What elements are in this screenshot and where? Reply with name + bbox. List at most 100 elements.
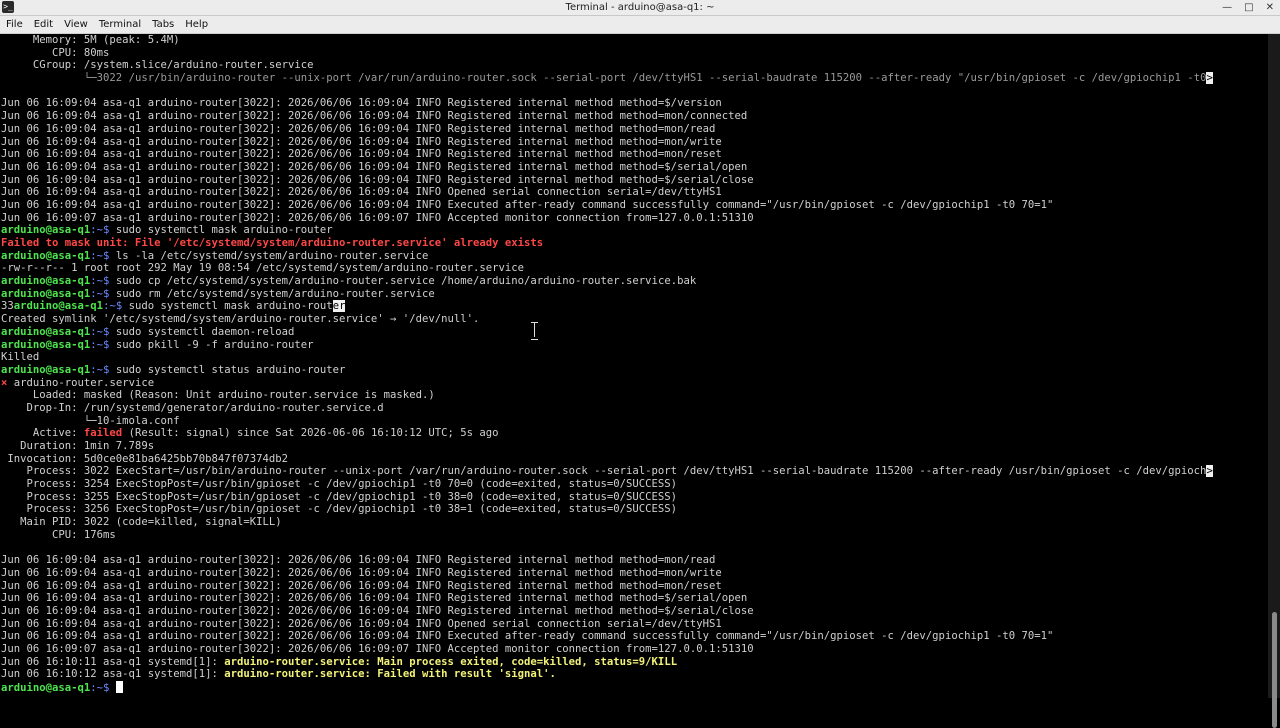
terminal-text: Memory: 5M (peak: 5.4M)	[1, 34, 180, 46]
terminal-line: × arduino-router.service	[1, 377, 1267, 390]
terminal-line: arduino@asa-q1:~$ ls -la /etc/systemd/sy…	[1, 250, 1267, 263]
prompt-user: arduino@asa-q1	[1, 249, 91, 262]
terminal-text: └─10-imola.conf	[1, 414, 180, 427]
terminal-text: CPU: 80ms	[1, 46, 110, 59]
terminal-text: Jun 06 16:09:04 asa-q1 arduino-router[30…	[1, 554, 716, 567]
terminal-text: Jun 06 16:09:04 asa-q1 arduino-router[30…	[1, 135, 722, 148]
terminal-text: Invocation: 5d0ce0e81ba6425bb70b847f0737…	[1, 452, 289, 465]
terminal-line: Jun 06 16:09:04 asa-q1 arduino-router[30…	[1, 97, 1267, 110]
terminal-line: Killed	[1, 351, 1267, 364]
terminal-line: Process: 3022 ExecStart=/usr/bin/arduino…	[1, 465, 1267, 478]
terminal-text: Process: 3254 ExecStopPost=/usr/bin/gpio…	[1, 478, 678, 491]
terminal-text: sudo systemctl mask arduino-rout	[128, 300, 333, 313]
terminal-text: >	[1206, 72, 1213, 85]
terminal-line: arduino@asa-q1:~$ sudo systemctl mask ar…	[1, 224, 1267, 237]
terminal-text: sudo pkill -9 -f arduino-router	[115, 338, 314, 351]
window-titlebar[interactable]: >_ Terminal - arduino@asa-q1: ~ — □ ✕	[0, 0, 1280, 16]
terminal-text: Main PID: 3022 (code=killed, signal=KILL…	[1, 516, 282, 529]
terminal-line: Duration: 1min 7.789s	[1, 440, 1267, 453]
mouse-ibeam-cursor-icon	[531, 322, 539, 340]
terminal-text: Failed to mask unit: File '/etc/systemd/…	[1, 237, 544, 249]
terminal-text: Jun 06 16:09:04 asa-q1 arduino-router[30…	[1, 173, 754, 186]
terminal-line: Loaded: masked (Reason: Unit arduino-rou…	[1, 389, 1267, 402]
terminal-line: Jun 06 16:09:04 asa-q1 arduino-router[30…	[1, 161, 1267, 174]
terminal-text: CPU: 176ms	[1, 528, 116, 541]
terminal-line: CPU: 80ms	[1, 47, 1267, 60]
terminal-text: Duration: 1min 7.789s	[1, 440, 155, 452]
prompt-user: arduino@asa-q1	[1, 224, 91, 237]
terminal-line: Jun 06 16:09:04 asa-q1 arduino-router[30…	[1, 186, 1267, 199]
terminal-line: Jun 06 16:09:04 asa-q1 arduino-router[30…	[1, 123, 1267, 136]
terminal-text: Jun 06 16:09:04 asa-q1 arduino-router[30…	[1, 617, 722, 630]
prompt-path: :~$	[90, 287, 116, 300]
terminal-prompt-line[interactable]: arduino@asa-q1:~$	[1, 681, 1267, 694]
scrollbar-thumb[interactable]	[1272, 612, 1277, 728]
terminal-text: Jun 06 16:09:04 asa-q1 arduino-router[30…	[1, 604, 754, 617]
terminal-text: Jun 06 16:10:11 asa-q1 systemd[1]:	[1, 655, 225, 668]
terminal-text: failed	[83, 427, 123, 440]
terminal-text: Jun 06 16:09:07 asa-q1 arduino-router[30…	[1, 643, 754, 655]
minimize-icon[interactable]: —	[1222, 0, 1232, 15]
terminal-line: Drop-In: /run/systemd/generator/arduino-…	[1, 402, 1267, 415]
prompt-path: :~$	[90, 338, 116, 351]
terminal-output[interactable]: Memory: 5M (peak: 5.4M) CPU: 80ms CGroup…	[1, 34, 1267, 698]
terminal-line: arduino@asa-q1:~$ sudo rm /etc/systemd/s…	[1, 288, 1267, 301]
menu-help[interactable]: Help	[179, 16, 213, 33]
terminal-line: -rw-r--r-- 1 root root 292 May 19 08:54 …	[1, 262, 1267, 275]
terminal-text: >	[1206, 465, 1213, 478]
terminal-text: 33	[1, 300, 14, 313]
terminal-text: └─3022 /usr/bin/arduino-router --unix-po…	[83, 72, 1207, 85]
terminal-line: arduino@asa-q1:~$ sudo systemctl daemon-…	[1, 326, 1267, 339]
window-title: Terminal - arduino@asa-q1: ~	[565, 2, 715, 13]
terminal-text: Jun 06 16:10:12 asa-q1 systemd[1]:	[1, 668, 225, 681]
prompt-user: arduino@asa-q1	[1, 325, 91, 338]
terminal-line: Jun 06 16:10:12 asa-q1 systemd[1]: ardui…	[1, 668, 1267, 681]
prompt-path: :~$	[90, 275, 116, 288]
maximize-icon[interactable]: □	[1244, 0, 1253, 15]
prompt-user: arduino@asa-q1	[1, 682, 91, 694]
text-cursor	[115, 681, 123, 694]
prompt-user: arduino@asa-q1	[1, 363, 91, 376]
terminal-text: Jun 06 16:09:04 asa-q1 arduino-router[30…	[1, 630, 1054, 643]
terminal-text: Jun 06 16:09:04 asa-q1 arduino-router[30…	[1, 186, 722, 199]
terminal-text: Jun 06 16:09:04 asa-q1 arduino-router[30…	[1, 160, 748, 173]
terminal-text: sudo systemctl status arduino-router	[115, 363, 346, 376]
terminal-text: Active:	[1, 427, 84, 440]
terminal-text: Loaded: masked (Reason: Unit arduino-rou…	[1, 389, 435, 402]
terminal-text: arduino-router.service: Failed with resu…	[224, 668, 556, 681]
terminal-line: Process: 3255 ExecStopPost=/usr/bin/gpio…	[1, 491, 1267, 504]
prompt-user: arduino@asa-q1	[1, 275, 91, 288]
prompt-path: :~$	[103, 300, 129, 313]
terminal-text: Jun 06 16:09:04 asa-q1 arduino-router[30…	[1, 198, 1054, 211]
terminal-line: └─3022 /usr/bin/arduino-router --unix-po…	[1, 72, 1267, 85]
vertical-scrollbar[interactable]	[1268, 34, 1280, 728]
terminal-text: arduino-router.service	[7, 376, 155, 389]
prompt-path: :~$	[90, 682, 116, 694]
prompt-user: arduino@asa-q1	[1, 287, 91, 300]
terminal-line: Jun 06 16:09:04 asa-q1 arduino-router[30…	[1, 630, 1267, 643]
terminal-line: Jun 06 16:09:07 asa-q1 arduino-router[30…	[1, 643, 1267, 656]
terminal-line: Main PID: 3022 (code=killed, signal=KILL…	[1, 516, 1267, 529]
terminal-line: Jun 06 16:09:04 asa-q1 arduino-router[30…	[1, 148, 1267, 161]
terminal-line: Jun 06 16:09:04 asa-q1 arduino-router[30…	[1, 174, 1267, 187]
terminal-line: Jun 06 16:09:04 asa-q1 arduino-router[30…	[1, 618, 1267, 631]
menu-terminal[interactable]: Terminal	[93, 16, 146, 33]
close-icon[interactable]: ✕	[1266, 0, 1274, 15]
terminal-line: Jun 06 16:09:04 asa-q1 arduino-router[30…	[1, 136, 1267, 149]
terminal-text: sudo systemctl daemon-reload	[115, 325, 295, 338]
terminal-line: Jun 06 16:09:04 asa-q1 arduino-router[30…	[1, 592, 1267, 605]
terminal-text: sudo cp /etc/systemd/system/arduino-rout…	[115, 275, 697, 288]
menu-file[interactable]: File	[0, 16, 28, 33]
terminal-text: sudo rm /etc/systemd/system/arduino-rout…	[115, 287, 435, 300]
menu-tabs[interactable]: Tabs	[146, 16, 179, 33]
terminal-text: Created symlink '/etc/systemd/system/ard…	[1, 313, 480, 326]
terminal-text: Jun 06 16:09:04 asa-q1 arduino-router[30…	[1, 592, 748, 605]
menu-edit[interactable]: Edit	[28, 16, 58, 33]
terminal-line: Jun 06 16:10:11 asa-q1 systemd[1]: ardui…	[1, 656, 1267, 669]
terminal-text: CGroup: /system.slice/arduino-router.ser…	[1, 59, 314, 72]
prompt-user: arduino@asa-q1	[1, 338, 91, 351]
menu-view[interactable]: View	[58, 16, 93, 33]
terminal-line: Process: 3256 ExecStopPost=/usr/bin/gpio…	[1, 503, 1267, 516]
